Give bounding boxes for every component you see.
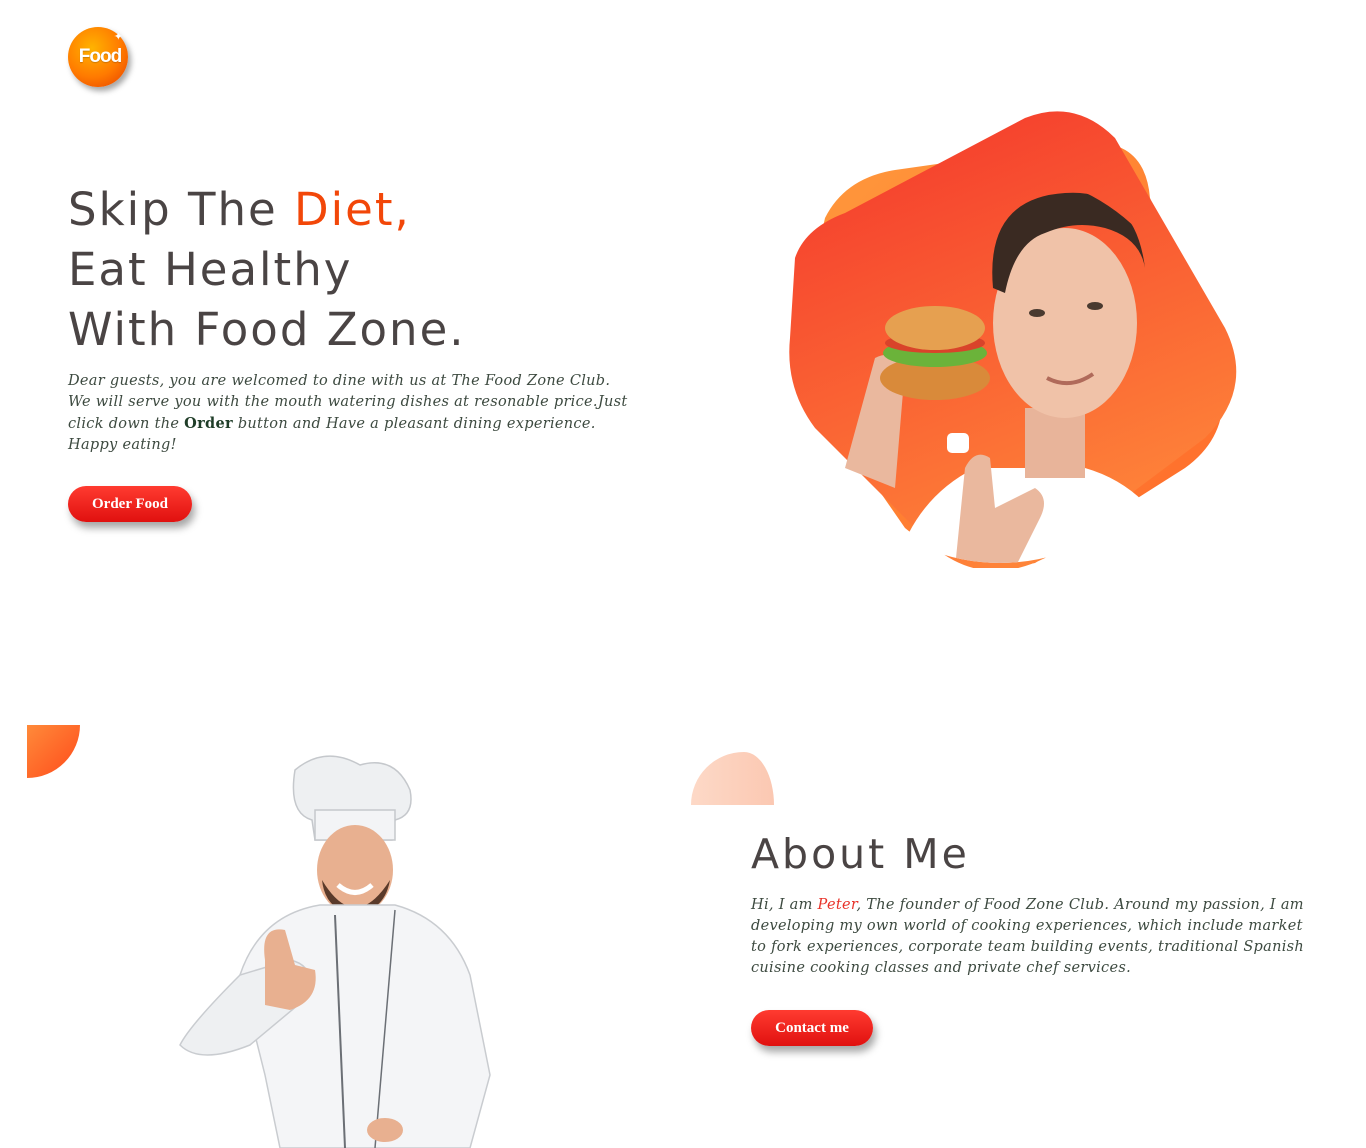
logo-star-icon: ✦ <box>113 30 123 43</box>
site-logo[interactable]: Food ✦ <box>68 27 128 87</box>
hero-title-accent: Diet, <box>294 183 411 236</box>
chef-image <box>179 755 491 1148</box>
decor-quarter-circle <box>27 725 80 778</box>
hero-desc-bold: Order <box>184 415 233 432</box>
hero-title-line2: Eat Healthy <box>68 243 353 296</box>
logo-text: Food <box>78 46 122 67</box>
decor-half-circle <box>691 752 774 805</box>
hero-title-part1: Skip The <box>68 183 294 236</box>
order-food-button[interactable]: Order Food <box>68 486 192 522</box>
about-desc-before: Hi, I am <box>751 897 818 913</box>
contact-me-button[interactable]: Contact me <box>751 1010 873 1046</box>
about-description: Hi, I am Peter, The founder of Food Zone… <box>751 895 1311 979</box>
hero-description: Dear guests, you are welcomed to dine wi… <box>68 371 628 456</box>
hero-image <box>789 111 1237 568</box>
founder-name: Peter <box>817 897 857 913</box>
about-title: About Me <box>751 830 970 878</box>
hero-title-line3: With Food Zone. <box>68 303 466 356</box>
hero-title: Skip The Diet, Eat Healthy With Food Zon… <box>68 180 466 360</box>
